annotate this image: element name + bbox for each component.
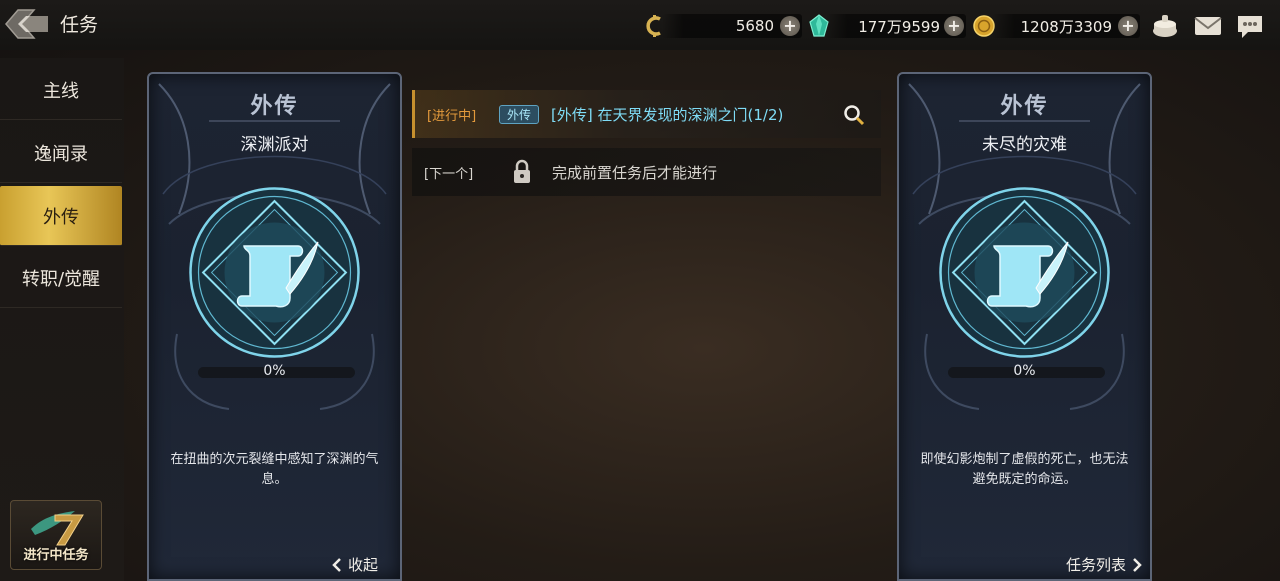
quest-status-tag: [进行中] xyxy=(427,108,477,124)
sidebar-item-label: 转职/觉醒 xyxy=(21,268,101,290)
card-progress-text: 0% xyxy=(263,363,286,379)
sidebar-item-awakening[interactable]: 转职/觉醒 xyxy=(0,248,122,308)
currency-gold-value: 1208万3309 xyxy=(1020,17,1112,36)
back-button[interactable] xyxy=(4,4,52,44)
quest-title: [外传] 在天界发现的深渊之门(1/2) xyxy=(551,105,784,124)
lock-icon xyxy=(514,159,530,183)
in-progress-tasks-label: 进行中任务 xyxy=(23,548,89,563)
side-story-card-abyss-party[interactable]: 外传 深渊派对 0% 在扭曲的次元裂缝中感知了深渊的气息。 收起 xyxy=(147,72,402,581)
search-icon[interactable] xyxy=(843,104,865,126)
add-crystal-button[interactable]: + xyxy=(944,16,964,36)
sidebar-item-main[interactable]: 主线 xyxy=(0,60,122,120)
currency-crystal-value: 177万9599 xyxy=(858,17,940,36)
page-title: 任务 xyxy=(60,14,99,36)
collapse-button[interactable]: 收起 xyxy=(332,554,378,575)
card-description: 在扭曲的次元裂缝中感知了深渊的气息。 xyxy=(170,452,379,487)
chevron-left-icon xyxy=(332,557,341,572)
task-list-label: 任务列表 xyxy=(1065,556,1126,574)
sidebar-item-anecdotes[interactable]: 逸闻录 xyxy=(0,123,122,183)
quest-row-next: [下一个] 完成前置任务后才能进行 xyxy=(412,148,881,196)
card-title: 深渊派对 xyxy=(240,135,309,155)
card-heading: 外传 xyxy=(250,94,299,119)
quill-seven-icon xyxy=(31,511,84,546)
quest-status-tag: [下一个] xyxy=(424,166,474,182)
currency-c-coin: 5680 + xyxy=(662,14,802,38)
sidebar-item-label: 外传 xyxy=(43,206,79,228)
scroll-quill-emblem-icon xyxy=(939,187,1110,358)
back-arrow-icon xyxy=(5,9,48,39)
chat-icon[interactable] xyxy=(1235,12,1265,40)
scroll-quill-emblem-icon xyxy=(189,187,360,358)
card-heading: 外传 xyxy=(1000,94,1049,119)
currency-c-coin-value: 5680 xyxy=(735,17,774,35)
card-progress-text: 0% xyxy=(1013,363,1036,379)
quest-row-in-progress[interactable]: [进行中] 外传 [外传] 在天界发现的深渊之门(1/2) xyxy=(412,90,881,138)
sidebar-item-label: 逸闻录 xyxy=(34,143,88,165)
mail-icon[interactable] xyxy=(1193,12,1223,40)
currency-gold: 1208万3309 + xyxy=(992,14,1140,38)
add-gold-button[interactable]: + xyxy=(1118,16,1138,36)
sidebar-item-side-story[interactable]: 外传 xyxy=(0,186,122,246)
quest-locked-text: 完成前置任务后才能进行 xyxy=(552,163,718,182)
sidebar-item-label: 主线 xyxy=(43,80,79,102)
task-list-button[interactable]: 任务列表 xyxy=(1066,554,1142,575)
currency-crystal: 177万9599 + xyxy=(826,14,966,38)
chevron-right-icon xyxy=(1133,557,1142,572)
card-title: 未尽的灾难 xyxy=(982,135,1067,155)
treasure-pot-icon[interactable] xyxy=(1150,12,1180,40)
add-c-coin-button[interactable]: + xyxy=(780,16,800,36)
side-story-card-unfinished-disaster[interactable]: 外传 未尽的灾难 0% 即使幻影炮制了虚假的死亡，也无法避免既定的命运。 任务列… xyxy=(897,72,1152,581)
in-progress-tasks-button[interactable]: 进行中任务 xyxy=(10,500,102,570)
collapse-label: 收起 xyxy=(347,556,378,574)
quest-type-badge: 外传 xyxy=(499,104,540,124)
card-description: 即使幻影炮制了虚假的死亡，也无法避免既定的命运。 xyxy=(920,452,1129,487)
top-bar: 任务 5680 + 177万9599 + 1208万3309 + xyxy=(0,0,1280,50)
